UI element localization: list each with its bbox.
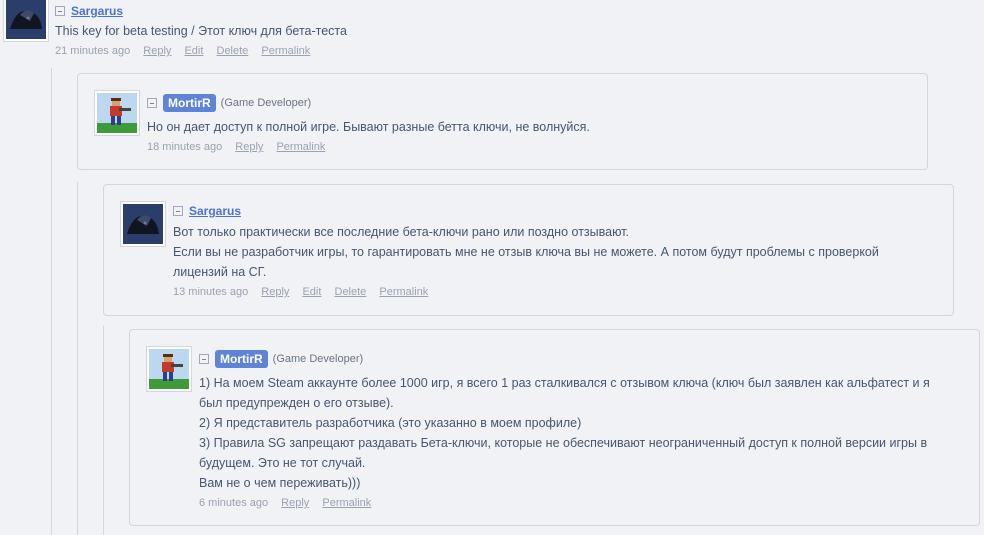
thread-guide-line <box>103 326 104 535</box>
username-link[interactable]: MortirR <box>163 94 216 112</box>
comment-text-line: This key for beta testing / Этот ключ дл… <box>55 24 347 38</box>
username-link[interactable]: Sargarus <box>71 4 123 18</box>
edit-link[interactable]: Edit <box>184 45 203 57</box>
comment-sargarus-2: Sargarus Вот только практически все посл… <box>103 184 954 316</box>
timestamp: 21 minutes ago <box>55 45 131 57</box>
thread-guide-line <box>77 182 78 535</box>
thread-guide-line <box>51 68 52 535</box>
comment-text-line: будущем. Это не тот случай. <box>199 456 366 470</box>
permalink-link[interactable]: Permalink <box>276 141 325 153</box>
reply-link[interactable]: Reply <box>143 45 171 57</box>
comment-text-line: Вот только практически все последние бет… <box>173 225 629 239</box>
avatar[interactable] <box>3 0 49 42</box>
timestamp: 13 minutes ago <box>173 286 249 298</box>
username-link[interactable]: MortirR <box>215 350 268 368</box>
developer-role-label: (Game Developer) <box>220 97 312 109</box>
collapse-toggle[interactable] <box>55 6 65 16</box>
avatar[interactable] <box>146 346 192 392</box>
delete-link[interactable]: Delete <box>217 45 249 57</box>
developer-role-label: (Game Developer) <box>272 353 364 365</box>
comment-text-line: Если вы не разработчик игры, то гарантир… <box>173 245 879 259</box>
avatar[interactable] <box>94 90 140 136</box>
permalink-link[interactable]: Permalink <box>379 286 428 298</box>
collapse-toggle[interactable] <box>147 98 157 108</box>
avatar[interactable] <box>120 201 166 247</box>
collapse-toggle[interactable] <box>199 354 209 364</box>
comment-text-line: лицензий на СГ. <box>173 265 267 279</box>
permalink-link[interactable]: Permalink <box>322 497 371 509</box>
comment-text-line: Но он дает доступ к полной игре. Бывают … <box>147 120 590 134</box>
comment-text-line: был предупрежден о его отзыве). <box>199 396 394 410</box>
dark-creature-icon <box>6 0 46 39</box>
comment-text-line: 1) На моем Steam аккаунте более 1000 игр… <box>199 376 930 390</box>
comment-text-line: Вам не о чем переживать))) <box>199 476 361 490</box>
pixel-soldier-icon <box>149 349 189 389</box>
comment-mortirr-2: MortirR (Game Developer) 1) На моем Stea… <box>129 329 980 526</box>
timestamp: 6 minutes ago <box>199 497 269 509</box>
comment-text-line: 3) Правила SG запрещают раздавать Бета-к… <box>199 436 928 450</box>
timestamp: 18 minutes ago <box>147 141 223 153</box>
delete-link[interactable]: Delete <box>335 286 367 298</box>
edit-link[interactable]: Edit <box>302 286 321 298</box>
dark-creature-icon <box>123 204 163 244</box>
comment-text-line: 2) Я представитель разработчика (это ука… <box>199 416 582 430</box>
collapse-toggle[interactable] <box>173 206 183 216</box>
reply-link[interactable]: Reply <box>281 497 309 509</box>
username-link[interactable]: Sargarus <box>189 204 241 218</box>
comment-mortirr-1: MortirR (Game Developer) Но он дает дост… <box>77 73 928 170</box>
permalink-link[interactable]: Permalink <box>261 45 310 57</box>
pixel-soldier-icon <box>97 93 137 133</box>
reply-link[interactable]: Reply <box>235 141 263 153</box>
reply-link[interactable]: Reply <box>261 286 289 298</box>
